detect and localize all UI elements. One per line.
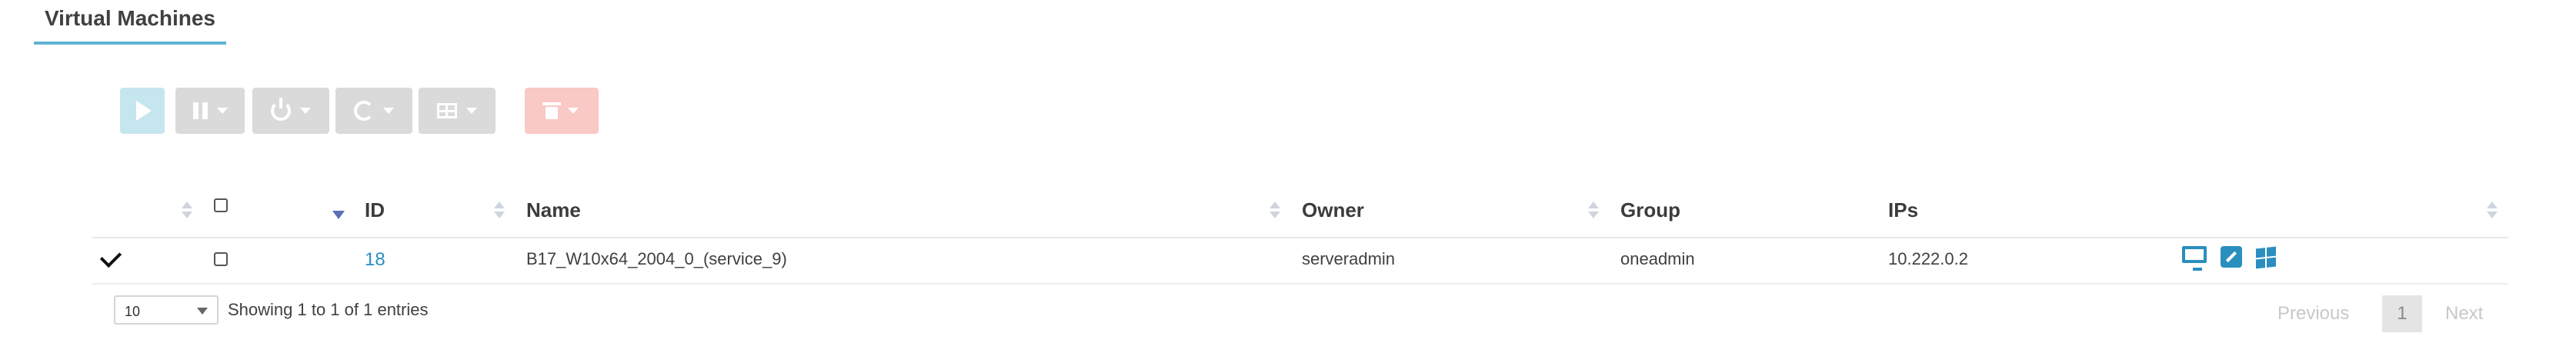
column-header-id[interactable]: ID [365, 198, 385, 222]
page-size-select[interactable]: 10 [114, 295, 219, 325]
sort-icon[interactable] [182, 201, 192, 221]
chevron-down-icon [568, 108, 579, 114]
sort-desc-icon[interactable] [332, 211, 345, 219]
chevron-down-icon [216, 108, 228, 114]
table-row[interactable]: 18 B17_W10x64_2004_0_(service_9) servera… [92, 237, 2508, 285]
sort-icon[interactable] [2487, 201, 2498, 221]
delete-dropdown-button[interactable] [525, 88, 599, 134]
power-dropdown-button[interactable] [252, 88, 329, 134]
column-header-group[interactable]: Group [1620, 198, 1680, 222]
row-checkbox[interactable] [214, 252, 228, 266]
column-header-name[interactable]: Name [526, 198, 581, 222]
pagination: Previous 1 Next [2277, 295, 2508, 332]
table-header: ID Name Owner Group IPs [92, 185, 2508, 238]
trash-icon [542, 102, 561, 119]
entries-info: Showing 1 to 1 of 1 entries [228, 300, 429, 319]
page-1-button[interactable]: 1 [2382, 295, 2422, 332]
previous-button[interactable]: Previous [2277, 303, 2349, 325]
column-header-owner[interactable]: Owner [1302, 198, 1364, 222]
vm-ips: 10.222.0.2 [1888, 249, 1968, 268]
play-icon [136, 101, 152, 121]
table-icon [437, 103, 457, 118]
select-all-checkbox[interactable] [214, 198, 228, 212]
chevron-down-icon [197, 308, 208, 315]
tab-bar: Virtual Machines [34, 0, 227, 45]
sort-icon[interactable] [1588, 201, 1599, 221]
vm-name: B17_W10x64_2004_0_(service_9) [526, 249, 787, 268]
refresh-dropdown-button[interactable] [335, 88, 412, 134]
table-dropdown-button[interactable] [419, 88, 496, 134]
check-icon [99, 245, 122, 268]
chevron-down-icon [383, 108, 394, 114]
external-link-icon [2221, 246, 2242, 268]
monitor-icon [2182, 246, 2207, 271]
power-icon [271, 98, 291, 121]
column-header-ips[interactable]: IPs [1888, 198, 1918, 222]
next-button[interactable]: Next [2445, 303, 2483, 325]
page-size-value: 10 [125, 304, 141, 319]
refresh-icon [354, 101, 374, 121]
sort-icon[interactable] [1270, 201, 1280, 221]
rdp-button[interactable] [2256, 246, 2276, 269]
open-link-button[interactable] [2221, 246, 2242, 268]
chevron-down-icon [300, 108, 311, 114]
vm-owner: serveradmin [1302, 249, 1396, 268]
play-button[interactable] [120, 88, 165, 134]
pause-icon [192, 102, 208, 119]
vnc-console-button[interactable] [2182, 246, 2207, 271]
vm-id-link[interactable]: 18 [365, 249, 385, 271]
windows-icon [2256, 246, 2276, 269]
vm-group: oneadmin [1620, 249, 1695, 268]
sort-icon[interactable] [494, 201, 505, 221]
tab-virtual-machines[interactable]: Virtual Machines [34, 0, 227, 45]
pause-dropdown-button[interactable] [175, 88, 245, 134]
chevron-down-icon [466, 108, 477, 114]
